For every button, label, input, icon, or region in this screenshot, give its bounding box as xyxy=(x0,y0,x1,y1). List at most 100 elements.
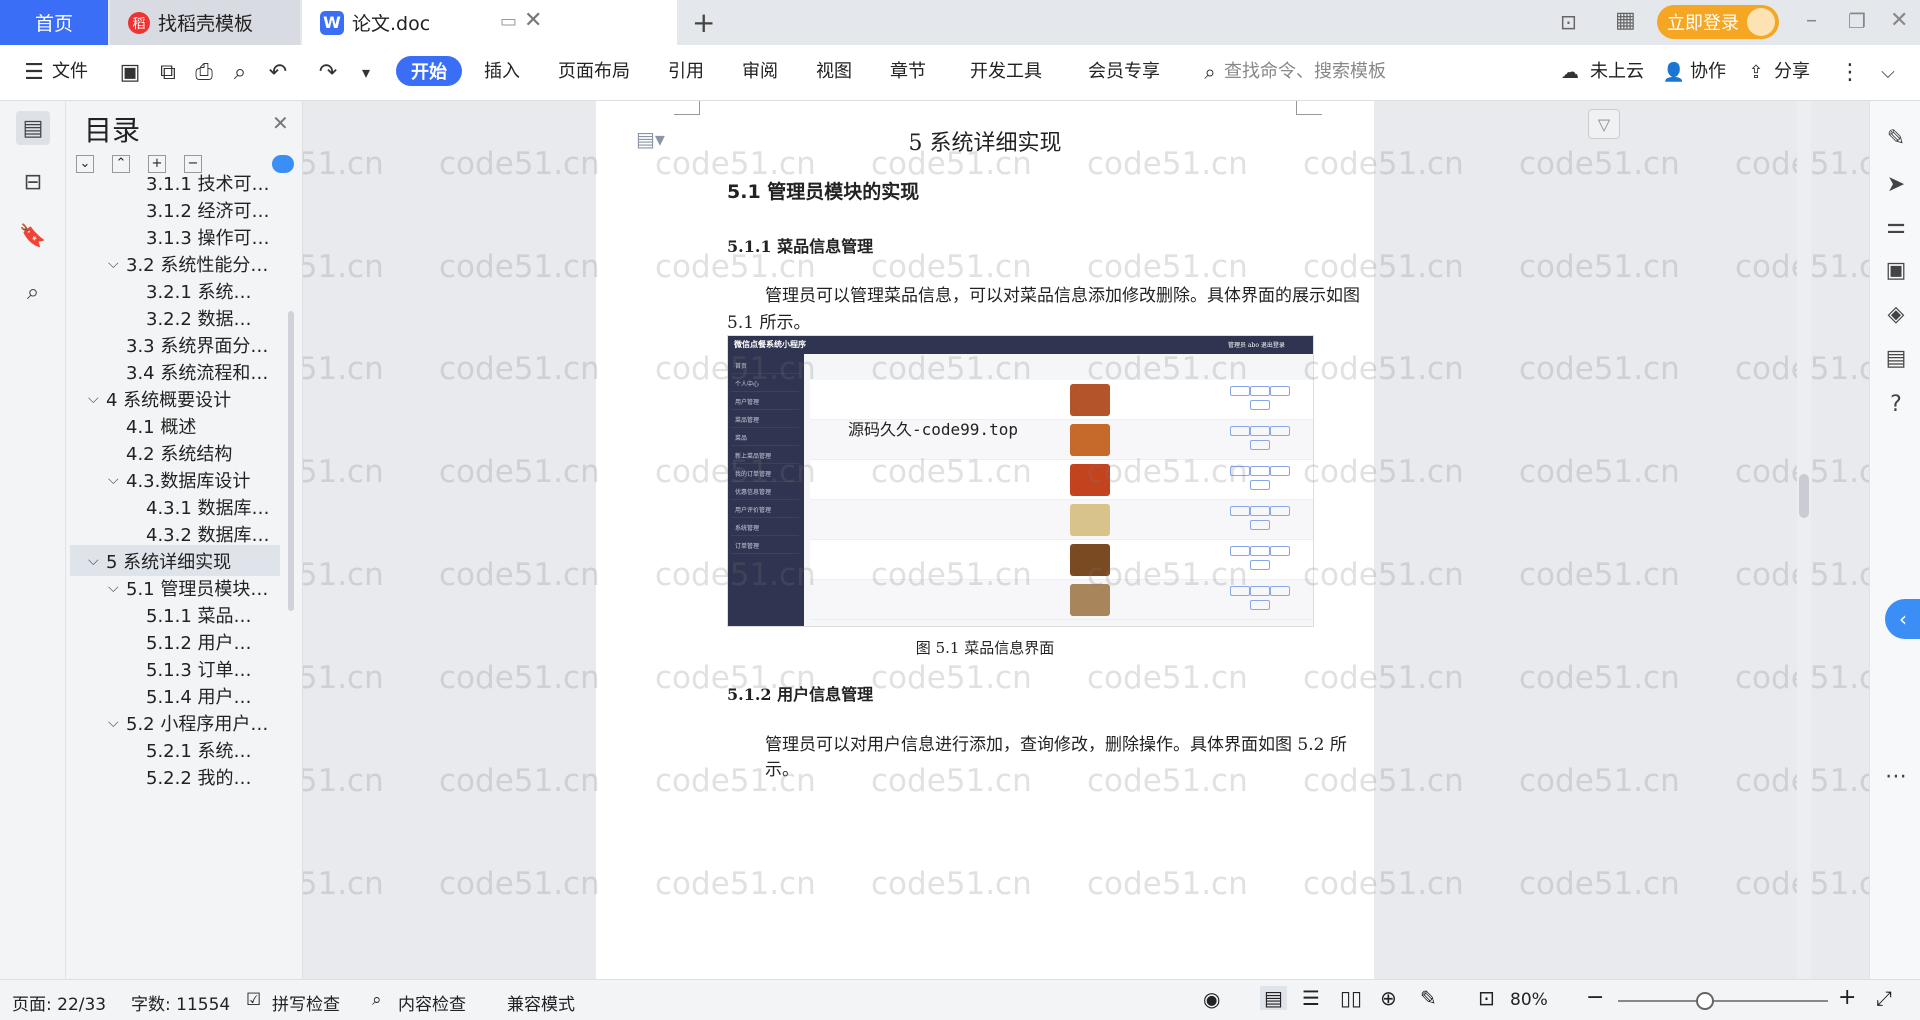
login-button[interactable]: 立即登录 xyxy=(1657,5,1779,39)
command-search-input[interactable]: 查找命令、搜索模板 xyxy=(1224,57,1386,83)
quick-access-dropdown-icon[interactable]: ▾ xyxy=(352,58,380,86)
adjust-icon[interactable]: ⚌ xyxy=(1883,213,1909,239)
tab-home[interactable]: 首页 xyxy=(0,0,108,45)
chevron-down-icon[interactable]: ⌵ xyxy=(108,256,126,272)
restore-icon[interactable]: ❐ xyxy=(1848,9,1866,33)
tab-page-layout[interactable]: 页面布局 xyxy=(558,57,630,83)
tab-document[interactable]: W 论文.doc ▭ ✕ xyxy=(302,0,677,45)
reader-icon[interactable]: ▤ xyxy=(1883,345,1909,371)
cloud-status-button[interactable]: 未上云 xyxy=(1590,57,1644,83)
daoke-icon: 稻 xyxy=(128,11,150,34)
toc-panel: 目录 ✕ ⌄ ⌃ + − 3.1.1 技术可… 3.1.2 经济可… 3.1.3 操… xyxy=(66,101,303,979)
chevron-down-icon[interactable]: ⌵ xyxy=(88,553,106,569)
document-page[interactable]: ▤▾ 5 系统详细实现 5.1 管理员模块的实现 5.1.1 菜品信息管理 管理… xyxy=(596,101,1374,979)
monitor-icon[interactable]: ▭ xyxy=(500,11,517,32)
minimize-icon[interactable]: – xyxy=(1806,8,1817,33)
expand-panel-icon[interactable]: ‹ xyxy=(1885,599,1920,639)
reading-mode-icon[interactable]: ⊡ xyxy=(1560,10,1577,34)
help-icon[interactable]: ? xyxy=(1883,391,1909,417)
toc-item-label: 4.3.数据库设计 xyxy=(126,470,251,492)
content-check-button[interactable]: 内容检查 xyxy=(398,990,466,1015)
read-view-icon[interactable]: ▯▯ xyxy=(1340,986,1362,1010)
wps-writer-icon: W xyxy=(320,10,344,35)
figure-menu-item: 订单管理 xyxy=(731,538,799,554)
toc-item-label: 3.2 系统性能分… xyxy=(126,254,269,276)
spell-check-button[interactable]: 拼写检查 xyxy=(272,990,340,1015)
undo-icon[interactable]: ↶ xyxy=(264,58,292,86)
zoom-level[interactable]: 80% xyxy=(1510,990,1548,1010)
page-indicator[interactable]: 页面: 22/33 xyxy=(12,990,106,1015)
tab-references[interactable]: 引用 xyxy=(668,57,704,83)
toc-panel-icon[interactable]: ▤ xyxy=(16,111,50,145)
tab-member[interactable]: 会员专享 xyxy=(1088,57,1160,83)
zoom-slider[interactable] xyxy=(1618,992,1828,1010)
close-window-icon[interactable]: ✕ xyxy=(1890,8,1908,33)
bookmark-icon[interactable]: 🔖 xyxy=(16,219,50,253)
collapse-ribbon-icon[interactable]: ⌵ xyxy=(1874,58,1902,86)
figure-menu-item: 用户管理 xyxy=(731,394,799,410)
save-icon[interactable]: ▣ xyxy=(116,58,144,86)
food-thumbnail xyxy=(1070,504,1110,536)
more-tools-icon[interactable]: ⋯ xyxy=(1883,763,1909,789)
wps-ai-icon[interactable]: ◈ xyxy=(1883,301,1909,327)
chevron-down-icon[interactable]: ⌵ xyxy=(108,580,126,596)
ai-image-icon[interactable]: ▣ xyxy=(1883,257,1909,283)
tab-developer[interactable]: 开发工具 xyxy=(970,57,1042,83)
outline-view-icon[interactable]: ☰ xyxy=(1302,986,1320,1010)
figure-menu-item: 首页 xyxy=(731,358,799,374)
toc-item-label: 4.3.1 数据库… xyxy=(146,497,270,519)
fit-page-icon[interactable]: ⊡ xyxy=(1478,986,1495,1010)
collab-button[interactable]: 协作 xyxy=(1690,57,1726,83)
share-button[interactable]: 分享 xyxy=(1774,57,1810,83)
web-view-icon[interactable]: ⊕ xyxy=(1380,986,1397,1010)
apps-grid-icon[interactable]: ▦ xyxy=(1615,8,1636,33)
page-view-icon[interactable]: ▤ xyxy=(1260,986,1287,1010)
filter-icon[interactable]: ▽ xyxy=(1588,109,1620,139)
write-view-icon[interactable]: ✎ xyxy=(1420,986,1437,1010)
tab-insert[interactable]: 插入 xyxy=(484,57,520,83)
watermark: code51.cn xyxy=(439,660,600,696)
close-icon[interactable]: ✕ xyxy=(272,111,289,135)
tab-view[interactable]: 视图 xyxy=(816,57,852,83)
chevron-down-icon[interactable]: ⌵ xyxy=(108,472,126,488)
more-icon[interactable]: ⋮ xyxy=(1836,58,1864,86)
figure-image[interactable]: 微信点餐系统小程序 管理员 abo 退出登录 首页 个人中心 用户管理 菜品管理 菜品新… xyxy=(727,335,1314,627)
word-count[interactable]: 字数: 11554 xyxy=(131,990,230,1015)
redo-icon[interactable]: ↷ xyxy=(314,58,342,86)
zoom-slider-thumb[interactable] xyxy=(1696,992,1714,1010)
file-menu[interactable]: 文件 xyxy=(52,57,88,83)
toc-item[interactable]: 5.2.2 我的… xyxy=(70,761,280,792)
tab-template[interactable]: 稻 找稻壳模板 xyxy=(110,0,300,45)
figure-table-row xyxy=(810,380,1313,420)
toc-scrollbar[interactable] xyxy=(288,311,294,611)
tab-start[interactable]: 开始 xyxy=(396,56,462,86)
figure-table-row xyxy=(810,460,1313,500)
toc-item-label: 3.1.2 经济可… xyxy=(146,200,270,222)
vertical-scrollbar[interactable] xyxy=(1797,101,1811,979)
chevron-down-icon[interactable]: ⌵ xyxy=(88,391,106,407)
eye-protect-icon[interactable]: ◉ xyxy=(1203,987,1220,1011)
watermark: code51.cn xyxy=(1519,249,1680,285)
menu-icon[interactable]: ☰ xyxy=(20,58,48,86)
find-icon[interactable]: ⌕ xyxy=(16,275,50,309)
close-tab-icon[interactable]: ✕ xyxy=(524,8,542,33)
scrollbar-thumb[interactable] xyxy=(1799,474,1809,518)
tab-template-label: 找稻壳模板 xyxy=(158,13,254,35)
toc-item-label: 4.2 系统结构 xyxy=(126,443,233,465)
print-preview-icon[interactable]: ⌕ xyxy=(226,58,254,86)
zoom-out-icon[interactable]: − xyxy=(1586,985,1604,1010)
pen-icon[interactable]: ✎ xyxy=(1883,125,1909,151)
tab-review[interactable]: 审阅 xyxy=(742,57,778,83)
zoom-in-icon[interactable]: + xyxy=(1838,985,1856,1010)
figure-header: 微信点餐系统小程序 管理员 abo 退出登录 xyxy=(728,336,1313,354)
export-icon[interactable]: ⧉ xyxy=(154,58,182,86)
cursor-icon[interactable]: ➤ xyxy=(1883,171,1909,197)
fullscreen-icon[interactable]: ⤢ xyxy=(1876,986,1892,1010)
figure-action-button xyxy=(1230,426,1250,436)
food-thumbnail xyxy=(1070,424,1110,456)
chevron-down-icon[interactable]: ⌵ xyxy=(108,715,126,731)
print-icon[interactable]: ⎙ xyxy=(190,58,218,86)
new-tab-icon[interactable]: + xyxy=(692,6,715,39)
navigation-icon[interactable]: ⊟ xyxy=(16,165,50,199)
tab-section[interactable]: 章节 xyxy=(890,57,926,83)
